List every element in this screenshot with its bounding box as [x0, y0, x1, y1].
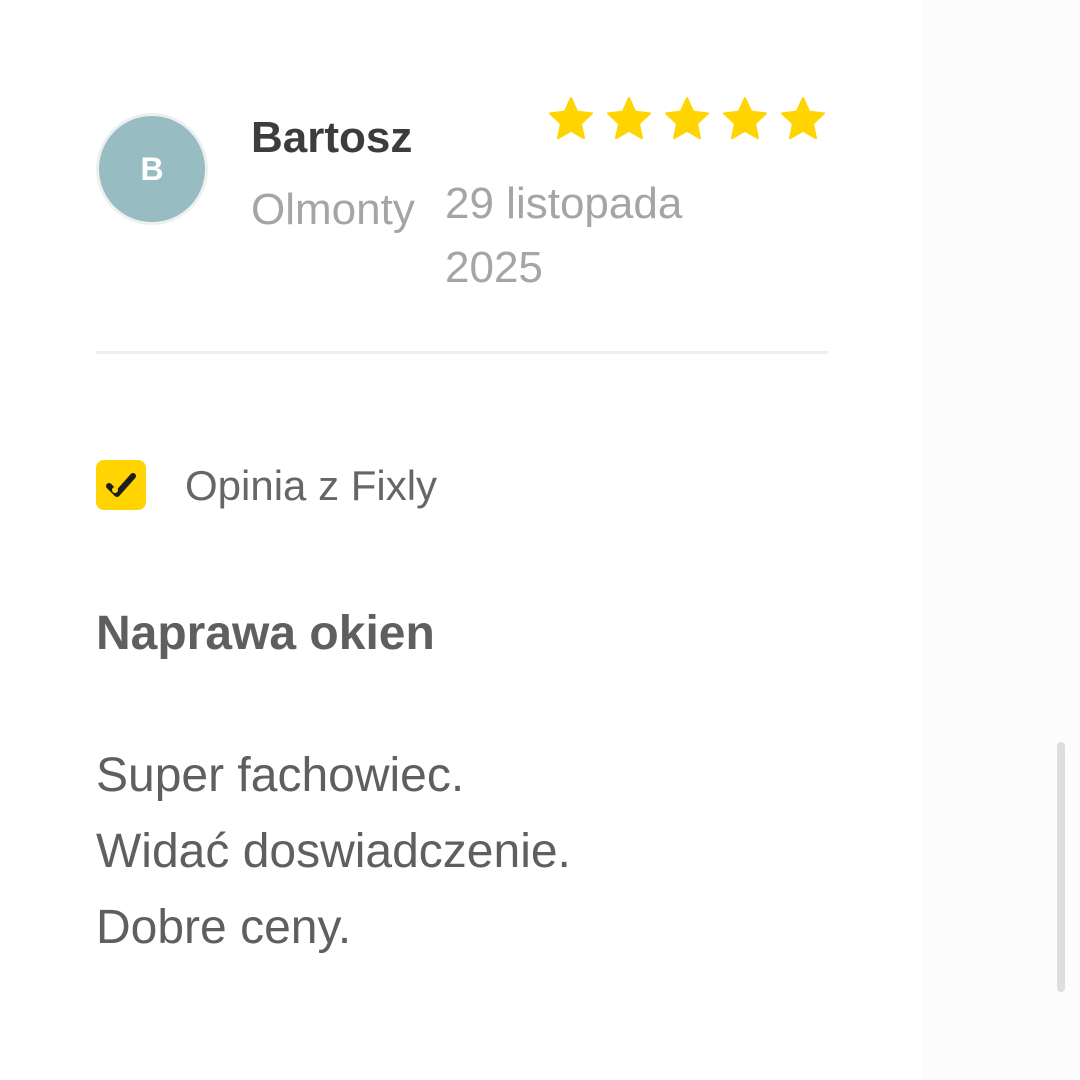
star-icon [723, 97, 767, 140]
checkmark-icon [96, 460, 146, 510]
star-icon [607, 97, 651, 140]
star-icon [549, 97, 593, 140]
scrollbar-thumb[interactable] [1057, 742, 1065, 992]
avatar-initial: B [99, 116, 205, 222]
review-body-line: Widać doswiadczenie. [96, 825, 571, 878]
review-body-line: Super fachowiec. [96, 749, 465, 802]
review-source-label: Opinia z Fixly [185, 462, 438, 509]
reviewer-city: Olmonty [251, 185, 415, 234]
star-icon [665, 97, 709, 140]
divider [96, 351, 828, 354]
reviewer-name: Bartosz [251, 113, 413, 162]
review-body: Super fachowiec. Widać doswiadczenie. Dobr… [96, 738, 571, 966]
avatar: B [96, 113, 208, 225]
review-date: 29 listopada 2025 [445, 179, 683, 292]
review-title: Naprawa okien [96, 607, 435, 660]
review-body-line: Dobre ceny. [96, 901, 352, 954]
star-icon [781, 97, 825, 140]
review-card: B Bartosz Olmonty 29 listopada 2025 Opin… [96, 0, 828, 1080]
star-rating [548, 96, 826, 142]
